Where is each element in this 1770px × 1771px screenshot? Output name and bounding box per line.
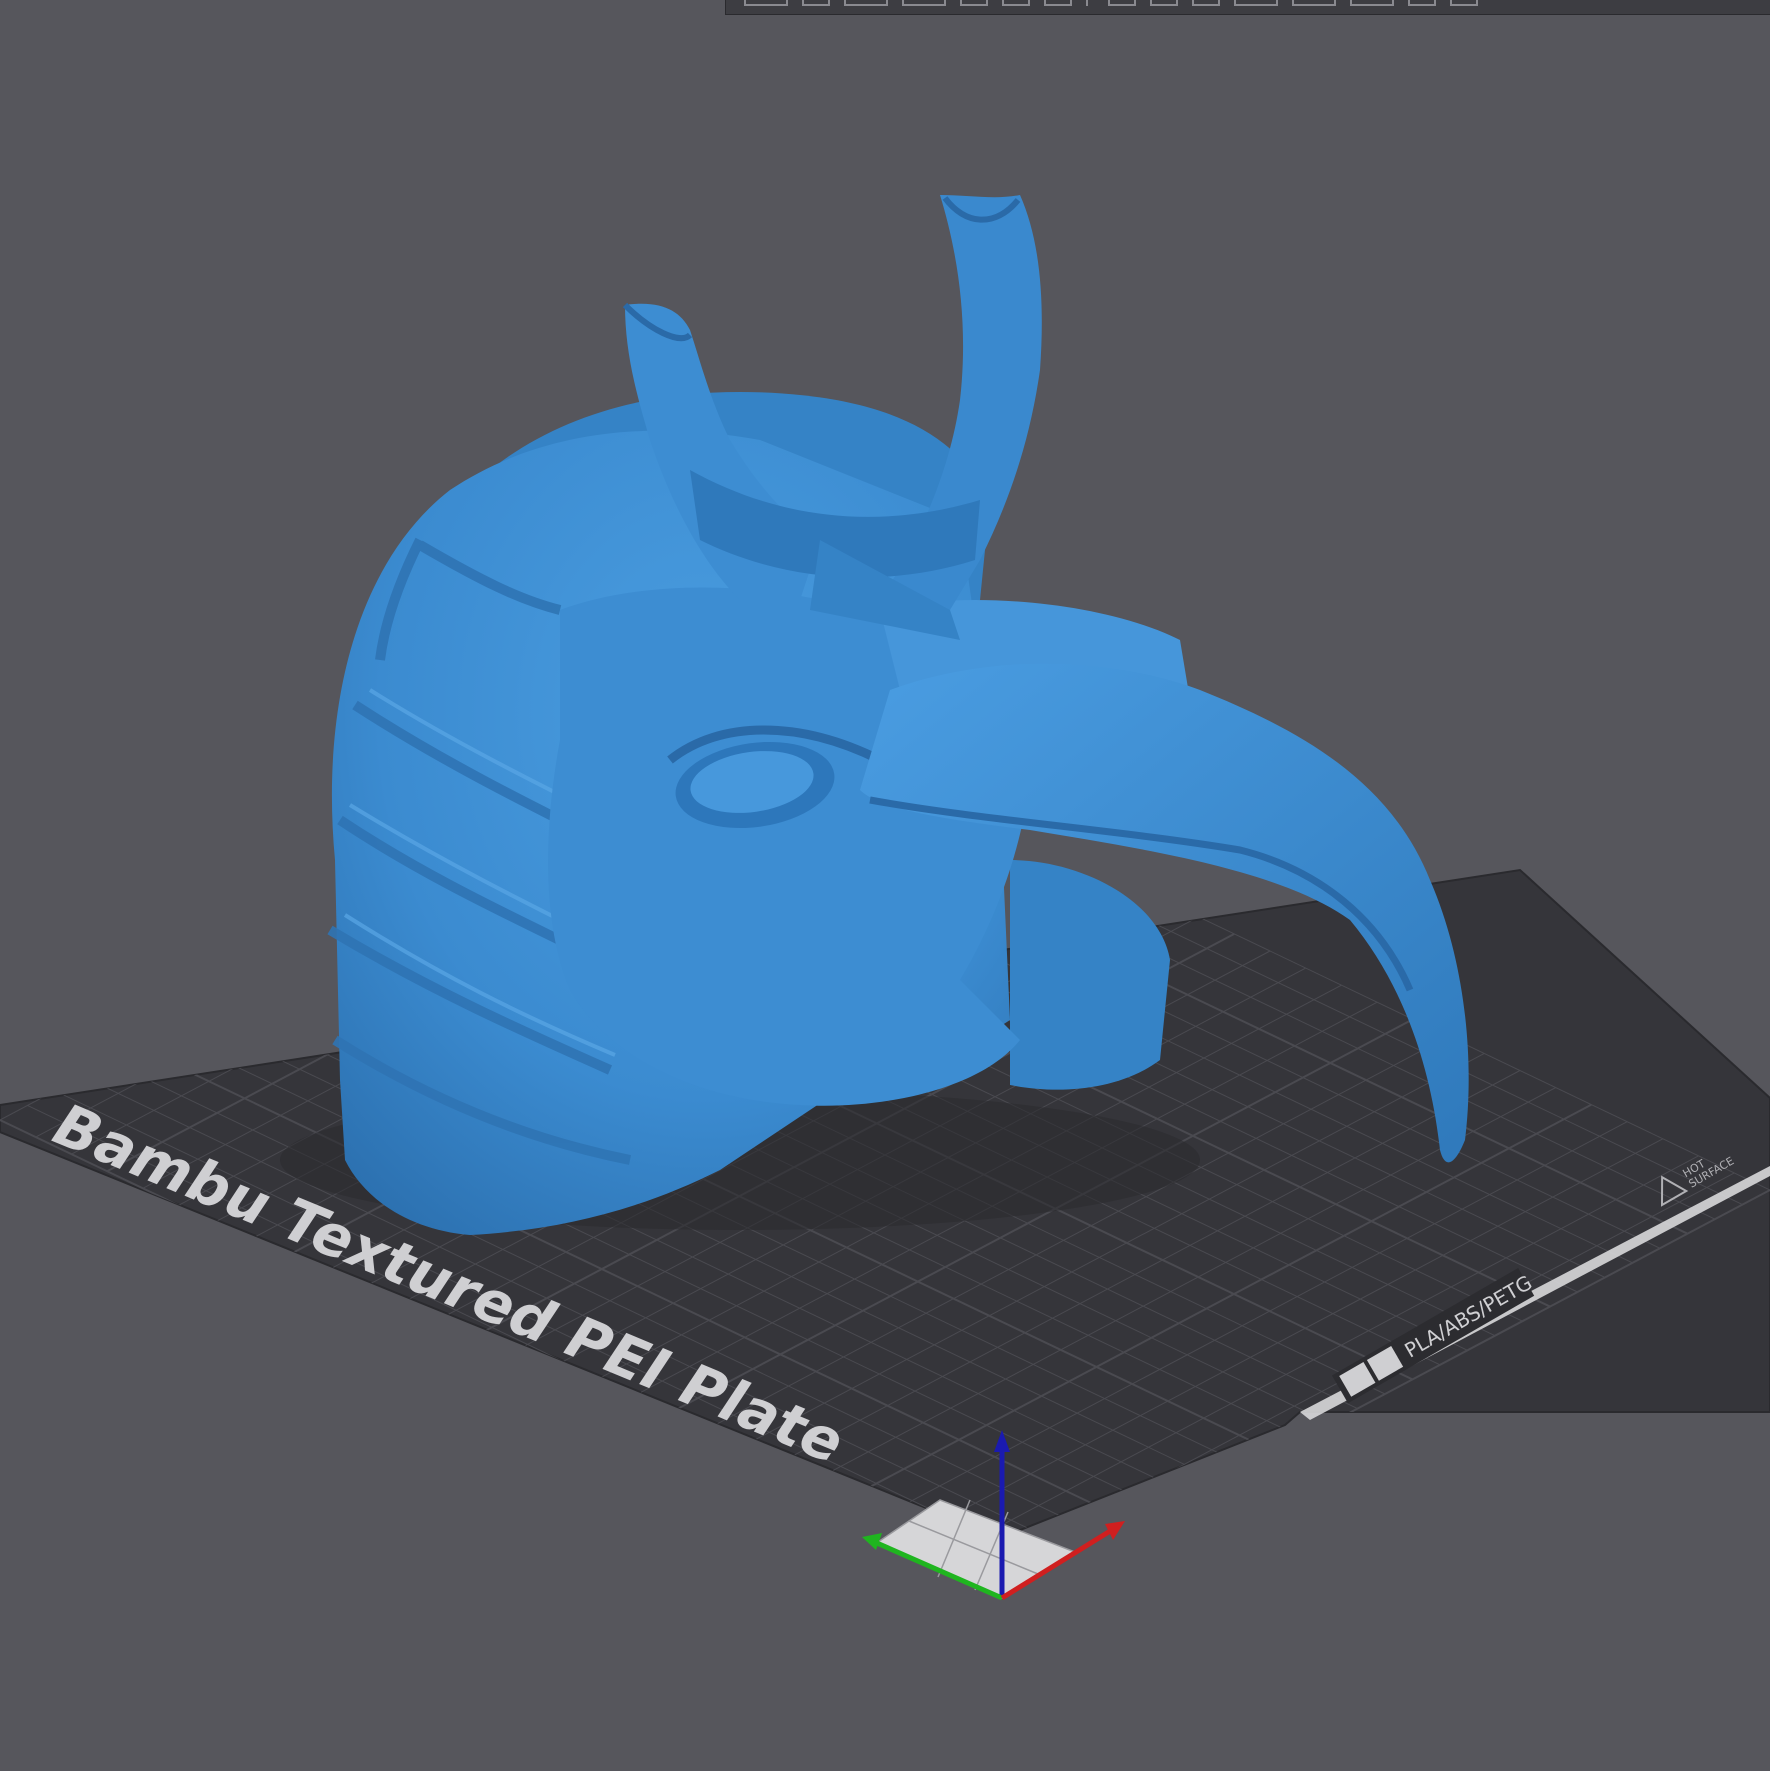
scene-canvas: Bambu Textured PEI Plate PLA/ABS/PETG HO… xyxy=(0,195,1770,1601)
3d-viewport[interactable]: Bambu Textured PEI Plate PLA/ABS/PETG HO… xyxy=(0,0,1770,1771)
